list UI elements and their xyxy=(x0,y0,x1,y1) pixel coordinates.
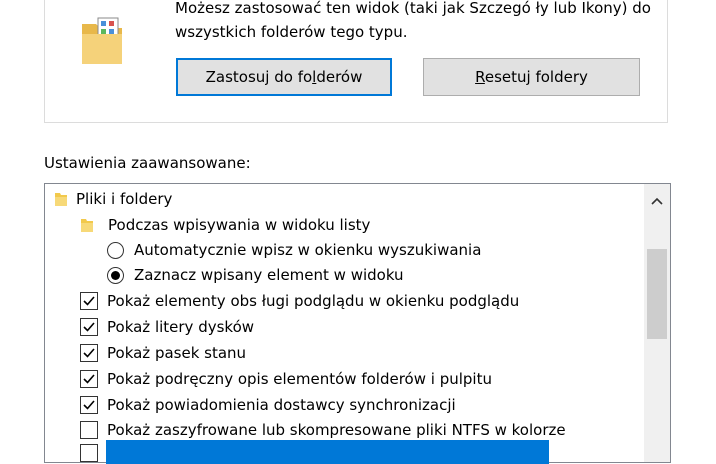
checkbox-label: Pokaż elementy obs ługi podglądu w okien… xyxy=(107,292,520,310)
checkbox[interactable] xyxy=(80,444,98,462)
radio-button-selected[interactable] xyxy=(107,266,124,284)
folder-view-icon xyxy=(82,17,122,64)
radio-label: Automatycznie wpisz w okienku wyszukiwan… xyxy=(134,241,482,259)
reset-folders-button[interactable]: Resetuj foldery xyxy=(423,58,640,96)
checkbox[interactable] xyxy=(80,318,98,336)
checkbox-label: Pokaż powiadomienia dostawcy synchroniza… xyxy=(107,396,456,414)
folder-icon xyxy=(81,219,93,232)
scroll-up-arrow-icon[interactable] xyxy=(644,184,670,218)
checkbox-label: Pokaż podręczny opis elementów folderów … xyxy=(107,370,492,388)
checkmark-icon xyxy=(83,296,95,306)
tree-item-label: Podczas wpisywania w widoku listy xyxy=(108,216,371,234)
checkbox-label: Pokaż zaszyfrowane lub skompresowane pli… xyxy=(107,421,566,439)
checkbox-drive-letters[interactable]: Pokaż litery dysków xyxy=(80,315,254,339)
radio-label: Zaznacz wpisany element w widoku xyxy=(134,266,404,284)
checkbox[interactable] xyxy=(80,396,98,414)
checkbox[interactable] xyxy=(80,421,98,439)
folder-views-description: Możesz zastosować ten widok (taki jak Sz… xyxy=(175,0,651,41)
apply-to-folders-button[interactable]: Zastosuj do folderów xyxy=(176,58,392,96)
checkbox-preview-handlers[interactable]: Pokaż elementy obs ługi podglądu w okien… xyxy=(80,289,519,313)
apply-to-folders-label: Zastosuj do folderów xyxy=(205,68,363,86)
tree-item-pliki-i-foldery[interactable]: Pliki i foldery xyxy=(54,187,172,211)
reset-folders-label: Resetuj foldery xyxy=(475,68,588,86)
checkmark-icon xyxy=(83,400,95,410)
tree-item-label: Pliki i foldery xyxy=(76,190,173,208)
radio-select-typed[interactable]: Zaznacz wpisany element w widoku xyxy=(107,263,404,287)
checkmark-icon xyxy=(83,348,95,358)
tree-item-podczas-wpisywania[interactable]: Podczas wpisywania w widoku listy xyxy=(80,213,370,237)
scrollbar-thumb[interactable] xyxy=(647,249,667,339)
checkmark-icon xyxy=(83,374,95,384)
checkbox-label: Pokaż pasek stanu xyxy=(107,344,247,362)
vertical-scrollbar[interactable] xyxy=(644,184,670,462)
radio-button[interactable] xyxy=(107,241,124,259)
advanced-settings-label: Ustawienia zaawansowane: xyxy=(44,154,251,172)
checkbox[interactable] xyxy=(80,292,98,310)
checkmark-icon xyxy=(83,322,95,332)
checkbox-label: Pokaż litery dysków xyxy=(107,318,255,336)
checkbox-ntfs-color[interactable]: Pokaż zaszyfrowane lub skompresowane pli… xyxy=(80,418,566,442)
selected-tree-row[interactable] xyxy=(106,440,549,464)
checkbox[interactable] xyxy=(80,344,98,362)
radio-auto-search[interactable]: Automatycznie wpisz w okienku wyszukiwan… xyxy=(107,238,481,262)
folder-icon xyxy=(55,193,67,206)
checkbox-popup-description[interactable]: Pokaż podręczny opis elementów folderów … xyxy=(80,367,492,391)
checkbox[interactable] xyxy=(80,370,98,388)
checkbox-status-bar[interactable]: Pokaż pasek stanu xyxy=(80,341,246,365)
checkbox-sync-notifications[interactable]: Pokaż powiadomienia dostawcy synchroniza… xyxy=(80,393,456,417)
